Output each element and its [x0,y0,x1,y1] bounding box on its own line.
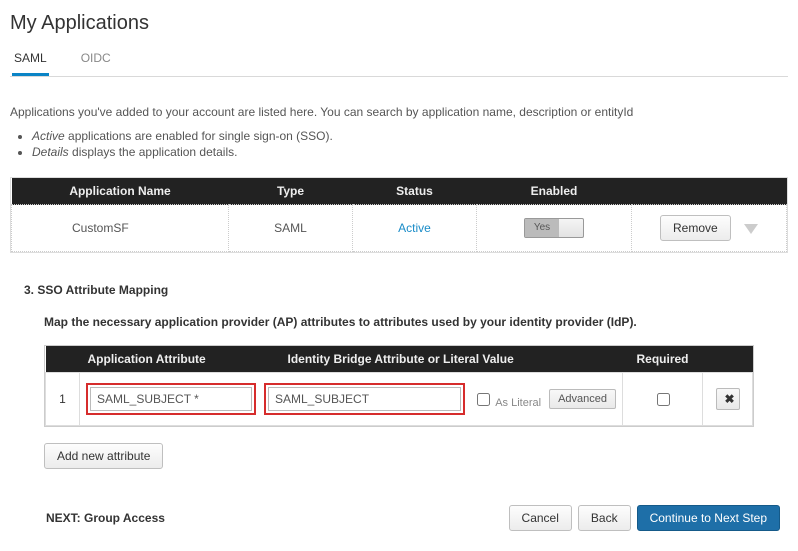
table-row: 1 As Literal [46,373,753,426]
continue-button[interactable]: Continue to Next Step [637,505,780,531]
section-title: 3. SSO Attribute Mapping [24,283,788,297]
add-new-attribute-button[interactable]: Add new attribute [44,443,163,469]
status-active: Active [398,221,431,235]
next-label: NEXT: Group Access [46,511,165,525]
tabs: SAML OIDC [10,45,788,77]
intro-text: Applications you've added to your accoun… [10,105,788,119]
col-app-attr: Application Attribute [80,346,280,373]
required-cell [623,373,703,426]
required-checkbox[interactable] [657,393,670,406]
app-enabled-cell: Yes [477,205,632,252]
chevron-down-icon[interactable] [744,224,758,234]
bullet-active: Active applications are enabled for sing… [32,129,788,143]
idp-attribute-input[interactable] [268,387,461,411]
col-type: Type [229,178,353,205]
as-literal-checkbox[interactable] [477,393,490,406]
app-status-cell: Active [353,205,477,252]
bullet-active-rest: applications are enabled for single sign… [65,129,333,143]
app-attribute-input[interactable] [90,387,252,411]
col-idx [46,346,80,373]
col-idp-attr: Identity Bridge Attribute or Literal Val… [280,346,623,373]
enabled-toggle[interactable]: Yes [524,218,584,238]
col-required: Required [623,346,703,373]
applications-table: Application Name Type Status Enabled Cus… [11,178,787,252]
footer: NEXT: Group Access Cancel Back Continue … [10,505,788,531]
delete-icon[interactable]: ✖ [716,388,740,410]
table-row: CustomSF SAML Active Yes Remove [12,205,787,252]
bullet-details-em: Details [32,145,69,159]
col-status: Status [353,178,477,205]
toggle-knob: Yes [525,219,559,237]
attribute-table: Application Attribute Identity Bridge At… [45,346,753,426]
bullet-details-rest: displays the application details. [69,145,238,159]
remove-button[interactable]: Remove [660,215,731,241]
tab-saml[interactable]: SAML [12,45,49,76]
delete-cell: ✖ [703,373,753,426]
back-button[interactable]: Back [578,505,631,531]
app-actions-cell: Remove [632,205,787,252]
attr-inputs-cell: As Literal Advanced [80,373,623,426]
as-literal-text: As Literal [495,397,541,409]
intro-bullets: Active applications are enabled for sing… [32,129,788,159]
app-type-cell: SAML [229,205,353,252]
row-index: 1 [46,373,80,426]
col-delete [703,346,753,373]
section-subtext: Map the necessary application provider (… [44,315,788,329]
col-app-name: Application Name [12,178,229,205]
cancel-button[interactable]: Cancel [509,505,572,531]
page-title: My Applications [10,12,788,35]
app-name-cell: CustomSF [12,205,229,252]
advanced-button[interactable]: Advanced [549,389,616,409]
col-enabled: Enabled [477,178,632,205]
bullet-details: Details displays the application details… [32,145,788,159]
as-literal-label[interactable]: As Literal [473,390,541,409]
tab-oidc[interactable]: OIDC [79,45,113,76]
bullet-active-em: Active [32,129,65,143]
col-actions [632,178,787,205]
